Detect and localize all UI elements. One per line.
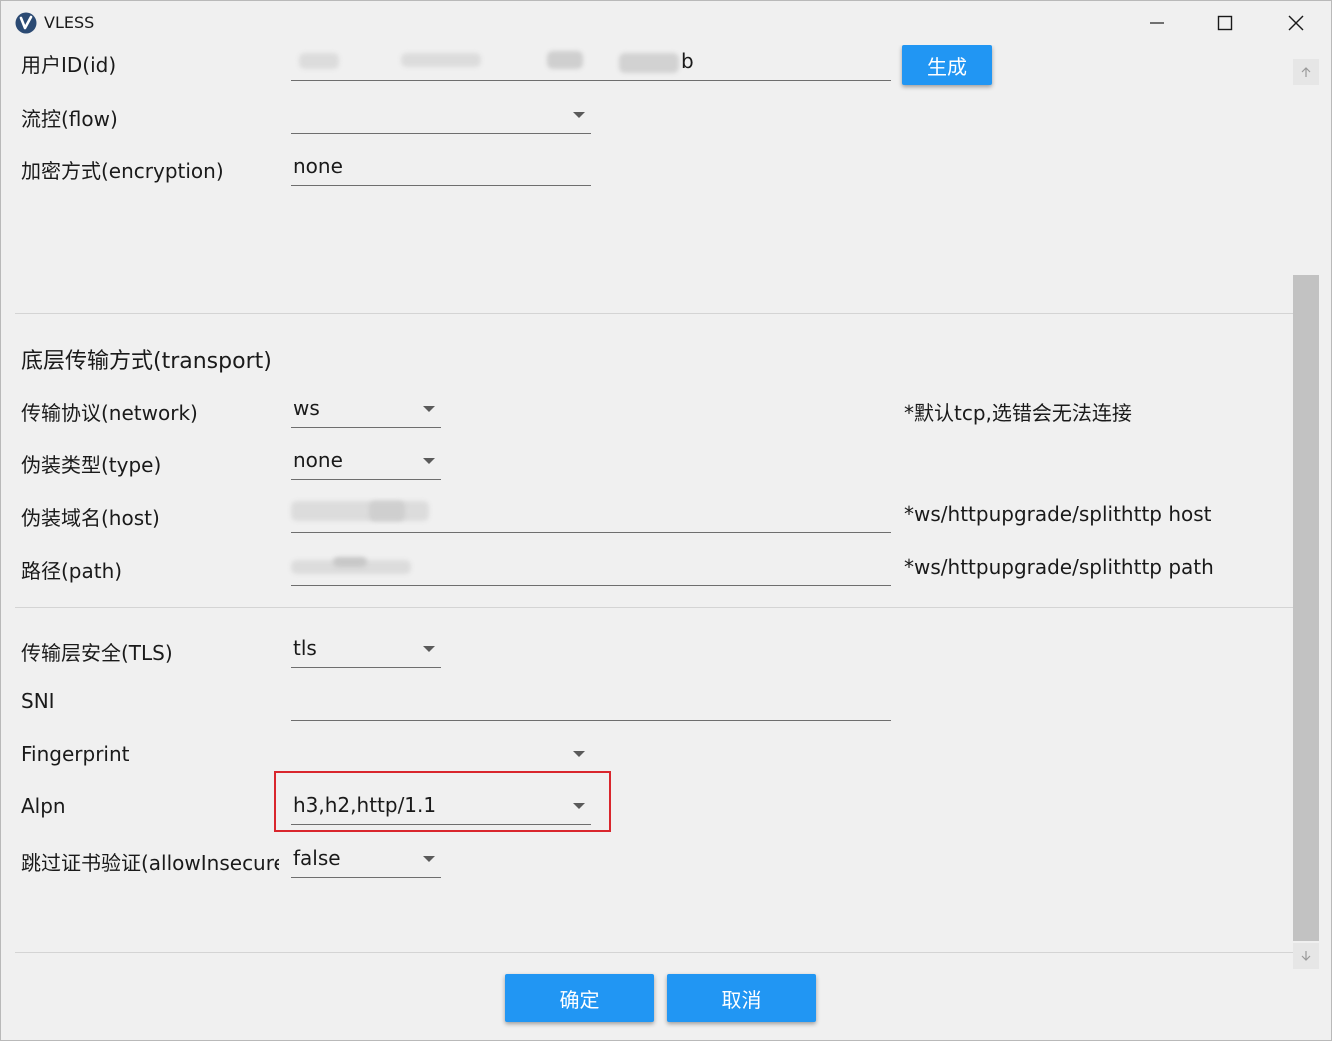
insecure-select[interactable]: false xyxy=(291,842,441,878)
type-select[interactable]: none xyxy=(291,444,441,480)
v2rayn-logo-icon xyxy=(15,12,37,34)
chevron-down-icon xyxy=(423,646,435,652)
divider xyxy=(15,313,1293,314)
maximize-button[interactable] xyxy=(1194,1,1256,45)
fingerprint-select[interactable] xyxy=(291,737,591,773)
close-button[interactable] xyxy=(1265,1,1327,45)
vless-dialog: VLESS 用户ID(id) b 生成 流控(flow) 加密方式(encryp… xyxy=(0,0,1332,1041)
flow-select[interactable] xyxy=(291,98,591,134)
form-content: 用户ID(id) b 生成 流控(flow) 加密方式(encryption) … xyxy=(1,45,1293,953)
redacted-block xyxy=(299,53,339,69)
host-input[interactable] xyxy=(291,497,891,533)
tls-value: tls xyxy=(293,636,317,660)
arrow-up-icon xyxy=(1301,67,1311,77)
host-label: 伪装域名(host) xyxy=(21,506,160,530)
footer-divider xyxy=(15,952,1293,953)
vertical-scrollbar[interactable] xyxy=(1293,59,1319,969)
chevron-down-icon xyxy=(423,458,435,464)
transport-section-title: 底层传输方式(transport) xyxy=(21,349,272,374)
network-hint: *默认tcp,选错会无法连接 xyxy=(904,401,1132,425)
chevron-down-icon xyxy=(573,751,585,757)
scrollbar-thumb[interactable] xyxy=(1293,275,1319,941)
network-value: ws xyxy=(293,396,320,420)
close-icon xyxy=(1288,15,1304,31)
sni-input[interactable] xyxy=(291,685,891,721)
divider xyxy=(15,607,1293,608)
minimize-button[interactable] xyxy=(1126,1,1188,45)
network-select[interactable]: ws xyxy=(291,392,441,428)
minimize-icon xyxy=(1150,22,1164,24)
path-label: 路径(path) xyxy=(21,559,123,583)
id-label: 用户ID(id) xyxy=(21,53,117,77)
tls-select[interactable]: tls xyxy=(291,632,441,668)
chevron-down-icon xyxy=(423,406,435,412)
chevron-down-icon xyxy=(573,112,585,118)
encryption-input[interactable]: none xyxy=(291,150,591,186)
id-value: b xyxy=(681,49,694,73)
scroll-up-button[interactable] xyxy=(1293,59,1319,85)
network-label: 传输协议(network) xyxy=(21,401,198,425)
window-title: VLESS xyxy=(44,13,95,32)
redacted-block xyxy=(547,51,583,69)
alpn-label: Alpn xyxy=(21,794,66,818)
type-label: 伪装类型(type) xyxy=(21,453,162,477)
tls-label: 传输层安全(TLS) xyxy=(21,641,173,665)
alpn-highlight-box xyxy=(274,771,611,832)
fingerprint-label: Fingerprint xyxy=(21,742,130,766)
path-hint: *ws/httpupgrade/splithttp path xyxy=(904,555,1214,579)
encryption-label: 加密方式(encryption) xyxy=(21,159,224,183)
host-hint: *ws/httpupgrade/splithttp host xyxy=(904,502,1212,526)
arrow-down-icon xyxy=(1301,951,1311,961)
type-value: none xyxy=(293,448,343,472)
flow-label: 流控(flow) xyxy=(21,107,118,131)
title-bar[interactable]: VLESS xyxy=(1,1,1331,45)
ok-button[interactable]: 确定 xyxy=(505,974,654,1022)
sni-label: SNI xyxy=(21,689,55,713)
redacted-block xyxy=(333,557,367,567)
insecure-value: false xyxy=(293,846,341,870)
redacted-block xyxy=(369,501,405,521)
maximize-icon xyxy=(1217,15,1233,31)
id-input[interactable]: b xyxy=(291,45,891,81)
insecure-label: 跳过证书验证(allowInsecure) xyxy=(21,851,279,875)
redacted-block xyxy=(291,501,429,521)
redacted-block xyxy=(619,53,679,73)
scroll-down-button[interactable] xyxy=(1293,943,1319,969)
chevron-down-icon xyxy=(423,856,435,862)
encryption-value: none xyxy=(293,154,343,178)
cancel-button[interactable]: 取消 xyxy=(667,974,816,1022)
path-input[interactable] xyxy=(291,550,891,586)
redacted-block xyxy=(401,53,481,67)
generate-button[interactable]: 生成 xyxy=(902,45,992,85)
